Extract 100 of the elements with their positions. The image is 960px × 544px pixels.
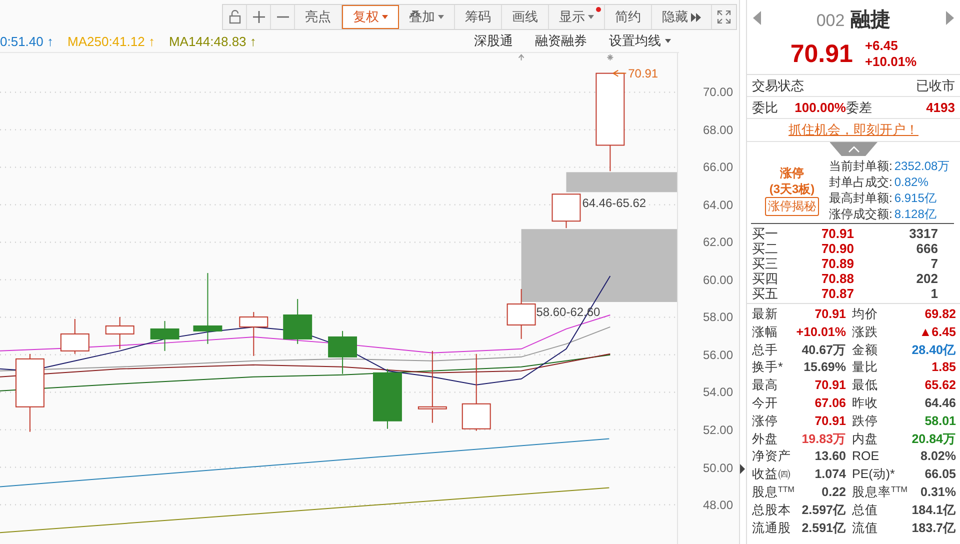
chart-link[interactable]: 设置均线 xyxy=(601,32,679,50)
price-axis-label: 50.00 xyxy=(702,460,733,474)
field-label: 流值 xyxy=(851,520,879,537)
price-axis-label: 58.00 xyxy=(702,310,733,324)
field-label: 委差 xyxy=(846,98,873,116)
field-value: 70.91 xyxy=(814,377,846,394)
field-value: +10.01% xyxy=(795,324,846,341)
marker-icon xyxy=(518,54,524,61)
field-value: 100.00% xyxy=(794,100,846,115)
next-arrow-icon[interactable] xyxy=(946,10,954,28)
field-label: 封单占成交: xyxy=(829,174,892,190)
field-label: 量比 xyxy=(851,359,879,376)
field-value: 20.84万 xyxy=(910,430,956,448)
bid-price: 70.87 xyxy=(820,286,854,301)
candlestick xyxy=(60,318,90,354)
field-value: 13.60 xyxy=(814,448,846,466)
field-label: 股息率$^{TTM}$ xyxy=(851,484,908,501)
candlestick xyxy=(239,311,268,356)
limit-up-streak: (3天3板) xyxy=(769,180,815,196)
gap-range-label: 64.46-65.62 xyxy=(582,196,646,210)
field-value: 0.22 xyxy=(820,484,846,501)
bid-price: 70.89 xyxy=(820,256,854,271)
field-label: 总手 xyxy=(752,342,779,359)
bid-level: 买一 xyxy=(752,226,779,241)
candlestick xyxy=(193,272,222,344)
field-label: 涨停成交额: xyxy=(829,206,892,222)
field-label: 股息$^{TTM}$ xyxy=(752,484,792,501)
bid-volume: 7 xyxy=(930,256,938,271)
bid-level: 买三 xyxy=(752,256,779,271)
double-arrow-icon xyxy=(691,12,701,22)
field-label: 涨停 xyxy=(752,412,779,430)
toolbar-button[interactable]: 叠加 xyxy=(399,5,455,29)
field-label: 总值 xyxy=(851,502,879,519)
field-label: 最高 xyxy=(752,377,779,394)
candlestick xyxy=(283,298,312,344)
toolbar-button[interactable]: 画线 xyxy=(502,5,549,29)
field-value: 64.46 xyxy=(924,394,956,412)
field-label: 流通股 xyxy=(752,520,792,537)
chart-link[interactable]: 融资融券 xyxy=(527,32,595,50)
field-label: 昨收 xyxy=(851,394,879,412)
price-change-percent: +10.01% xyxy=(864,54,917,70)
field-value: 19.83万 xyxy=(800,430,846,448)
price-axis-label: 56.00 xyxy=(702,348,733,362)
bid-price: 70.90 xyxy=(820,241,854,256)
field-label: 内盘 xyxy=(851,430,879,448)
field-value: 0.31% xyxy=(920,484,956,501)
field-value: 65.62 xyxy=(924,377,956,394)
field-label: 最高封单额: xyxy=(829,190,892,206)
field-value: 28.40亿 xyxy=(910,342,956,359)
price-change: +6.45 xyxy=(864,38,899,54)
field-label: 总股本 xyxy=(752,502,792,519)
field-value: 69.82 xyxy=(924,306,956,323)
price-axis-label: 70.00 xyxy=(702,85,733,99)
price-axis-label: 60.00 xyxy=(702,272,733,287)
toolbar-button[interactable]: 简约 xyxy=(605,5,652,29)
previous-arrow-icon[interactable] xyxy=(753,10,761,28)
marker-icon xyxy=(606,54,614,61)
field-value: 70.91 xyxy=(814,412,846,430)
bid-level: 买四 xyxy=(752,271,779,286)
field-value: 184.1亿 xyxy=(910,502,956,519)
field-label: 收益㈣ xyxy=(752,466,792,484)
field-value: 0.82% xyxy=(894,174,930,190)
field-label: 金额 xyxy=(851,342,879,359)
stock-code: 002 xyxy=(816,10,845,30)
arrow-icon xyxy=(612,70,627,77)
chart-link[interactable]: 深股通 xyxy=(466,32,521,50)
bid-volume: 3317 xyxy=(908,226,938,241)
field-label: ROE xyxy=(851,448,880,466)
field-label: PE(动)* xyxy=(851,466,896,484)
toolbar-button[interactable]: 筹码 xyxy=(455,5,502,29)
moving-average-value: MA250:41.12 ↑ xyxy=(68,34,155,48)
field-label: 委比 xyxy=(752,98,779,116)
field-value: 6.915亿 xyxy=(894,190,938,206)
candlestick xyxy=(105,316,134,350)
field-label: 跌停 xyxy=(851,412,879,430)
field-value: 70.91 xyxy=(814,306,846,323)
open-account-link[interactable]: 抓住机会，即刻开户！ xyxy=(788,121,918,139)
field-label: 净资产 xyxy=(752,448,792,466)
bid-volume: 202 xyxy=(915,271,938,286)
stock-name: 融捷 xyxy=(850,8,891,32)
field-value: 58.01 xyxy=(924,412,956,430)
field-label: 最新 xyxy=(752,306,779,323)
last-price: 70.91 xyxy=(790,40,853,68)
field-label: 今开 xyxy=(752,394,779,412)
limit-up-label: 涨停 xyxy=(780,164,804,180)
field-value: 8.128亿 xyxy=(894,206,938,222)
field-value: 15.69% xyxy=(802,359,846,376)
toolbar-button[interactable]: 隐藏 xyxy=(652,5,712,29)
price-axis-label: 62.00 xyxy=(702,235,733,250)
price-axis-label: 68.00 xyxy=(702,122,733,137)
field-value: ▲6.45 xyxy=(918,324,956,341)
toolbar-button[interactable]: 显示 xyxy=(549,5,605,29)
field-value: 67.06 xyxy=(814,394,846,412)
field-label: 换手* xyxy=(752,359,784,376)
field-label: 均价 xyxy=(851,306,879,323)
toolbar-button[interactable]: 复权 xyxy=(342,5,399,29)
limit-up-reveal-button[interactable]: 涨停揭秘 xyxy=(765,196,819,216)
field-value: 4193 xyxy=(925,100,955,115)
price-axis-label: 64.00 xyxy=(702,198,733,212)
price-axis-label: 66.00 xyxy=(702,160,733,174)
